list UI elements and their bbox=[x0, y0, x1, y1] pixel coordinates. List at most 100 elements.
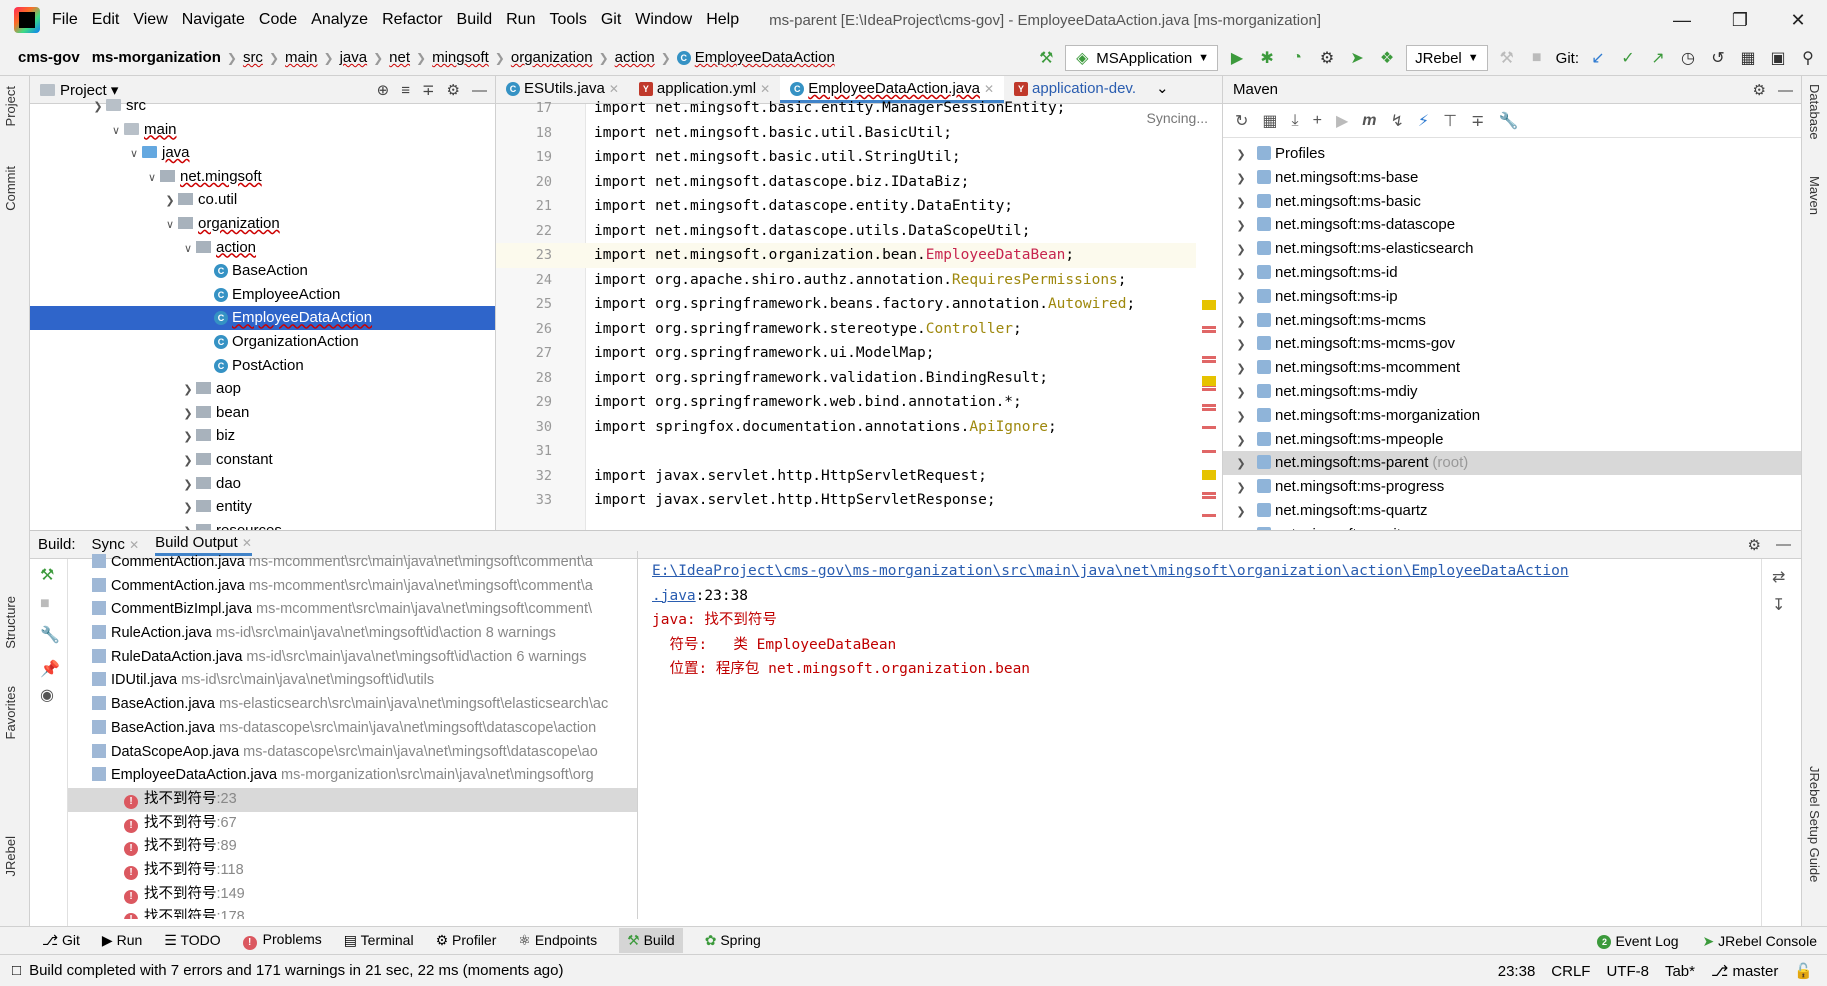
breadcrumb-action[interactable]: action bbox=[609, 49, 661, 66]
maven-project-item[interactable]: ❯ net.mingsoft:ms-mdiy bbox=[1223, 380, 1801, 404]
project-tree-item[interactable]: ∨ java bbox=[30, 141, 495, 165]
maven-project-item[interactable]: ❯ net.mingsoft:ms-mcms bbox=[1223, 309, 1801, 333]
menu-code[interactable]: Code bbox=[259, 11, 297, 29]
chevron-right-icon[interactable]: ❯ bbox=[1233, 382, 1249, 406]
build-file-row[interactable]: EmployeeDataAction.java ms-morganization\… bbox=[68, 764, 637, 788]
build-file-row[interactable]: BaseAction.java ms-datascope\src\main\jav… bbox=[68, 717, 637, 741]
chevron-right-icon[interactable]: ❯ bbox=[162, 190, 178, 214]
git-update-icon[interactable]: ↙ bbox=[1587, 48, 1609, 68]
breadcrumb-java[interactable]: java bbox=[334, 49, 374, 66]
project-tree-item[interactable]: ❯ aop bbox=[30, 377, 495, 401]
code-line[interactable]: 32 import javax.servlet.http.HttpServletR… bbox=[496, 464, 1196, 489]
project-tree-item[interactable]: ❯ resources bbox=[30, 519, 495, 530]
maven-project-item[interactable]: ❯ net.mingsoft:ms-base bbox=[1223, 166, 1801, 190]
menu-edit[interactable]: Edit bbox=[92, 11, 120, 29]
generate-sources-icon[interactable]: ▦ bbox=[1262, 111, 1277, 131]
spring-tool-button[interactable]: ✿ Spring bbox=[705, 932, 761, 949]
chevron-right-icon[interactable]: ❯ bbox=[180, 403, 196, 427]
chevron-right-icon[interactable]: ❯ bbox=[1233, 287, 1249, 311]
build-project-icon[interactable]: ⚒ bbox=[1496, 48, 1518, 68]
git-branch[interactable]: ⎇ master bbox=[1711, 962, 1778, 980]
code-line[interactable]: 28 import org.springframework.validation.… bbox=[496, 366, 1196, 391]
indent-setting[interactable]: Tab* bbox=[1665, 963, 1695, 980]
database-tool-button[interactable]: Database bbox=[1807, 84, 1822, 140]
menu-tools[interactable]: Tools bbox=[549, 11, 586, 29]
chevron-right-icon[interactable]: ❯ bbox=[1233, 334, 1249, 358]
scroll-to-end-icon[interactable]: ↧ bbox=[1772, 595, 1785, 615]
project-tree-item[interactable]: ❯ entity bbox=[30, 495, 495, 519]
chevron-right-icon[interactable]: ❯ bbox=[1233, 144, 1249, 168]
menu-run[interactable]: Run bbox=[506, 11, 535, 29]
hammer-icon[interactable]: ⚒ bbox=[40, 565, 54, 585]
chevron-down-icon[interactable]: ∨ bbox=[162, 214, 178, 238]
maven-project-item[interactable]: ❯ net.mingsoft:ms-basic bbox=[1223, 190, 1801, 214]
git-tool-button[interactable]: ⎇ Git bbox=[42, 932, 80, 949]
menu-refactor[interactable]: Refactor bbox=[382, 11, 442, 29]
run-icon[interactable]: ▶ bbox=[1226, 48, 1248, 68]
maven-profiles[interactable]: ❯ Profiles bbox=[1223, 142, 1801, 166]
project-tree-item[interactable]: ❯ dao bbox=[30, 472, 495, 496]
chevron-right-icon[interactable]: ❯ bbox=[1233, 406, 1249, 430]
project-tool-button[interactable]: Project bbox=[3, 86, 18, 126]
project-structure-icon[interactable]: ▦ bbox=[1737, 48, 1759, 68]
show-dependencies-icon[interactable]: ⊤ bbox=[1443, 111, 1457, 131]
chevron-right-icon[interactable]: ❯ bbox=[1233, 215, 1249, 239]
project-tree-item[interactable]: ❯ constant bbox=[30, 448, 495, 472]
build-file-row[interactable]: RuleAction.java ms-id\src\main\java\net\m… bbox=[68, 622, 637, 646]
debug-icon[interactable]: ✱ bbox=[1256, 48, 1278, 68]
maven-project-item[interactable]: ❯ net.mingsoft:ms-quartz bbox=[1223, 499, 1801, 523]
close-tab-icon[interactable]: ✕ bbox=[242, 536, 252, 550]
build-file-row[interactable]: CommentBizImpl.java ms-mcomment\src\main\… bbox=[68, 598, 637, 622]
chevron-right-icon[interactable]: ❯ bbox=[180, 379, 196, 403]
build-file-row[interactable]: CommentAction.java ms-mcomment\src\main\j… bbox=[68, 575, 637, 599]
jrebel-setup-guide-button[interactable]: JRebel Setup Guide bbox=[1807, 766, 1822, 882]
stop-icon[interactable]: ■ bbox=[1526, 49, 1548, 67]
endpoints-tool-button[interactable]: ⚛ Endpoints bbox=[518, 932, 597, 949]
chevron-right-icon[interactable]: ❯ bbox=[1233, 168, 1249, 192]
chevron-down-icon[interactable]: ∨ bbox=[126, 143, 142, 167]
menu-git[interactable]: Git bbox=[601, 11, 621, 29]
chevron-down-icon[interactable]: ∨ bbox=[180, 238, 196, 262]
build-file-row[interactable]: IDUtil.java ms-id\src\main\java\net\mings… bbox=[68, 669, 637, 693]
menu-build[interactable]: Build bbox=[457, 11, 493, 29]
search-icon[interactable]: ⚲ bbox=[1797, 48, 1819, 68]
close-icon[interactable]: ✕ bbox=[1769, 0, 1827, 40]
breadcrumb-main[interactable]: main bbox=[279, 49, 324, 66]
menu-analyze[interactable]: Analyze bbox=[311, 11, 368, 29]
reload-icon[interactable]: ↻ bbox=[1235, 111, 1248, 131]
chevron-right-icon[interactable]: ❯ bbox=[1233, 311, 1249, 335]
status-message[interactable]: Build completed with 7 errors and 171 wa… bbox=[29, 962, 563, 979]
status-toggle-icon[interactable]: □ bbox=[12, 962, 21, 979]
error-stripe[interactable] bbox=[1198, 104, 1222, 530]
build-error-row[interactable]: ! 找不到符号:178 bbox=[68, 906, 637, 919]
menu-file[interactable]: File bbox=[52, 11, 78, 29]
chevron-right-icon[interactable]: ❯ bbox=[1233, 239, 1249, 263]
code-line[interactable]: 29 import org.springframework.web.bind.an… bbox=[496, 390, 1196, 415]
chevron-right-icon[interactable]: ❯ bbox=[1233, 263, 1249, 287]
chevron-right-icon[interactable]: ❯ bbox=[1233, 453, 1249, 477]
close-tab-icon[interactable]: ✕ bbox=[609, 82, 619, 96]
download-icon[interactable]: ⤓ bbox=[1292, 112, 1299, 130]
history-icon[interactable]: ◷ bbox=[1677, 48, 1699, 68]
project-tree-item[interactable]: ❯ co.util bbox=[30, 188, 495, 212]
profiler-tool-button[interactable]: ⚙ Profiler bbox=[436, 932, 497, 949]
skip-tests-icon[interactable]: ⚡ bbox=[1418, 111, 1429, 131]
code-line[interactable]: 24 import org.apache.shiro.authz.annotati… bbox=[496, 268, 1196, 293]
code-line[interactable]: 17 import net.mingsoft.basic.entity.Manag… bbox=[496, 96, 1196, 121]
layout-icon[interactable]: ▣ bbox=[1767, 48, 1789, 68]
project-tree-item[interactable]: C OrganizationAction bbox=[30, 330, 495, 354]
chevron-right-icon[interactable]: ❯ bbox=[180, 450, 196, 474]
chevron-right-icon[interactable]: ❯ bbox=[1233, 430, 1249, 454]
code-line[interactable]: 23 import net.mingsoft.organization.bean.… bbox=[496, 243, 1196, 268]
problems-tool-button[interactable]: ! Problems bbox=[242, 931, 322, 950]
rollback-icon[interactable]: ↺ bbox=[1707, 48, 1729, 68]
toggle-offline-icon[interactable]: ↯ bbox=[1391, 111, 1404, 131]
maven-project-item[interactable]: ❯ net.mingsoft:ms-datascope bbox=[1223, 213, 1801, 237]
project-tree-item[interactable]: ∨ organization bbox=[30, 212, 495, 236]
maven-project-item[interactable]: ❯ net.mingsoft:ms-mcms-gov bbox=[1223, 332, 1801, 356]
jrebel-console-button[interactable]: ➤ JRebel Console bbox=[1703, 933, 1817, 950]
build-error-row[interactable]: ! 找不到符号:118 bbox=[68, 859, 637, 883]
chevron-right-icon[interactable]: ❯ bbox=[1233, 501, 1249, 525]
menu-navigate[interactable]: Navigate bbox=[182, 11, 245, 29]
hammer-build-icon[interactable]: ⚒ bbox=[1035, 48, 1057, 68]
